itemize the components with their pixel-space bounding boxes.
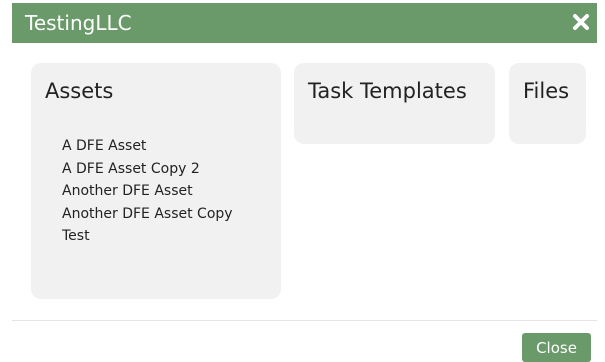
assets-panel-title: Assets <box>45 79 114 103</box>
asset-item[interactable]: Another DFE Asset <box>62 180 233 203</box>
asset-item[interactable]: A DFE Asset <box>62 135 233 158</box>
asset-item[interactable]: Test <box>62 225 233 248</box>
asset-item[interactable]: Another DFE Asset Copy <box>62 203 233 226</box>
files-panel-title: Files <box>523 79 570 103</box>
task-templates-panel-title: Task Templates <box>308 79 467 103</box>
footer-divider <box>12 320 597 321</box>
task-templates-panel: Task Templates <box>294 63 495 144</box>
files-panel: Files <box>509 63 586 144</box>
close-icon-glyph <box>573 14 589 30</box>
dialog-title: TestingLLC <box>25 11 132 35</box>
assets-panel: Assets A DFE Asset A DFE Asset Copy 2 An… <box>31 63 281 299</box>
asset-list: A DFE Asset A DFE Asset Copy 2 Another D… <box>62 135 233 248</box>
close-icon[interactable] <box>569 8 593 36</box>
dialog-header: TestingLLC <box>12 3 597 43</box>
asset-item[interactable]: A DFE Asset Copy 2 <box>62 158 233 181</box>
dialog: TestingLLC Assets A DFE Asset A DFE Asse… <box>12 0 597 362</box>
